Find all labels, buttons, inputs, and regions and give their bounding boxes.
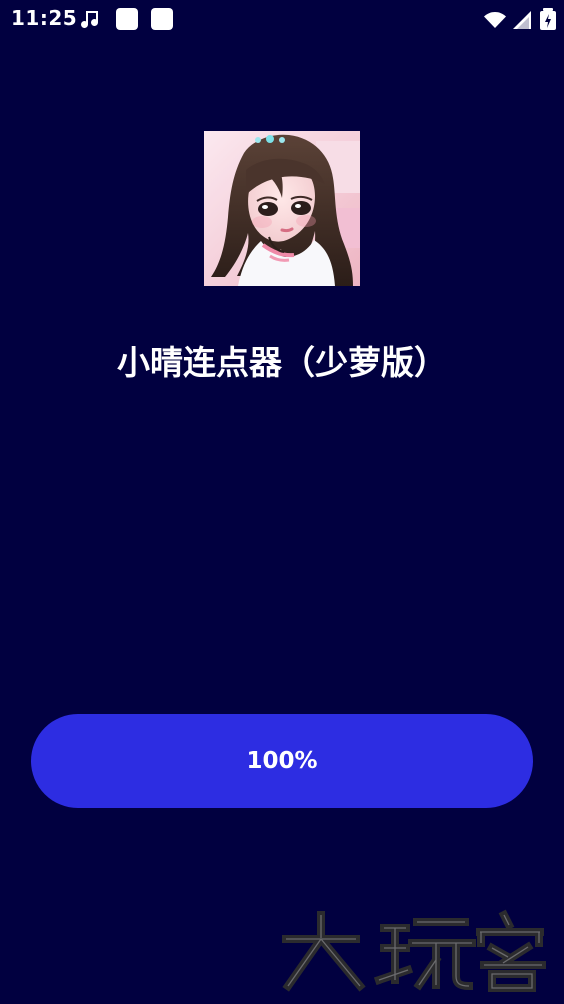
square-notification-icon — [151, 8, 173, 30]
anime-girl-avatar-icon — [204, 131, 360, 286]
watermark-logo — [276, 908, 561, 992]
status-bar: 11:25 — [0, 0, 564, 40]
music-note-icon — [81, 11, 98, 29]
square-notification-icon — [116, 8, 138, 30]
battery-icon — [540, 8, 556, 30]
signal-icon — [513, 11, 531, 29]
wifi-icon — [484, 12, 506, 28]
loading-progress-button: 100% — [31, 714, 533, 808]
progress-percentage: 100% — [246, 748, 318, 774]
app-title: 小晴连点器（少萝版） — [117, 343, 447, 382]
status-time: 11:25 — [11, 6, 78, 30]
